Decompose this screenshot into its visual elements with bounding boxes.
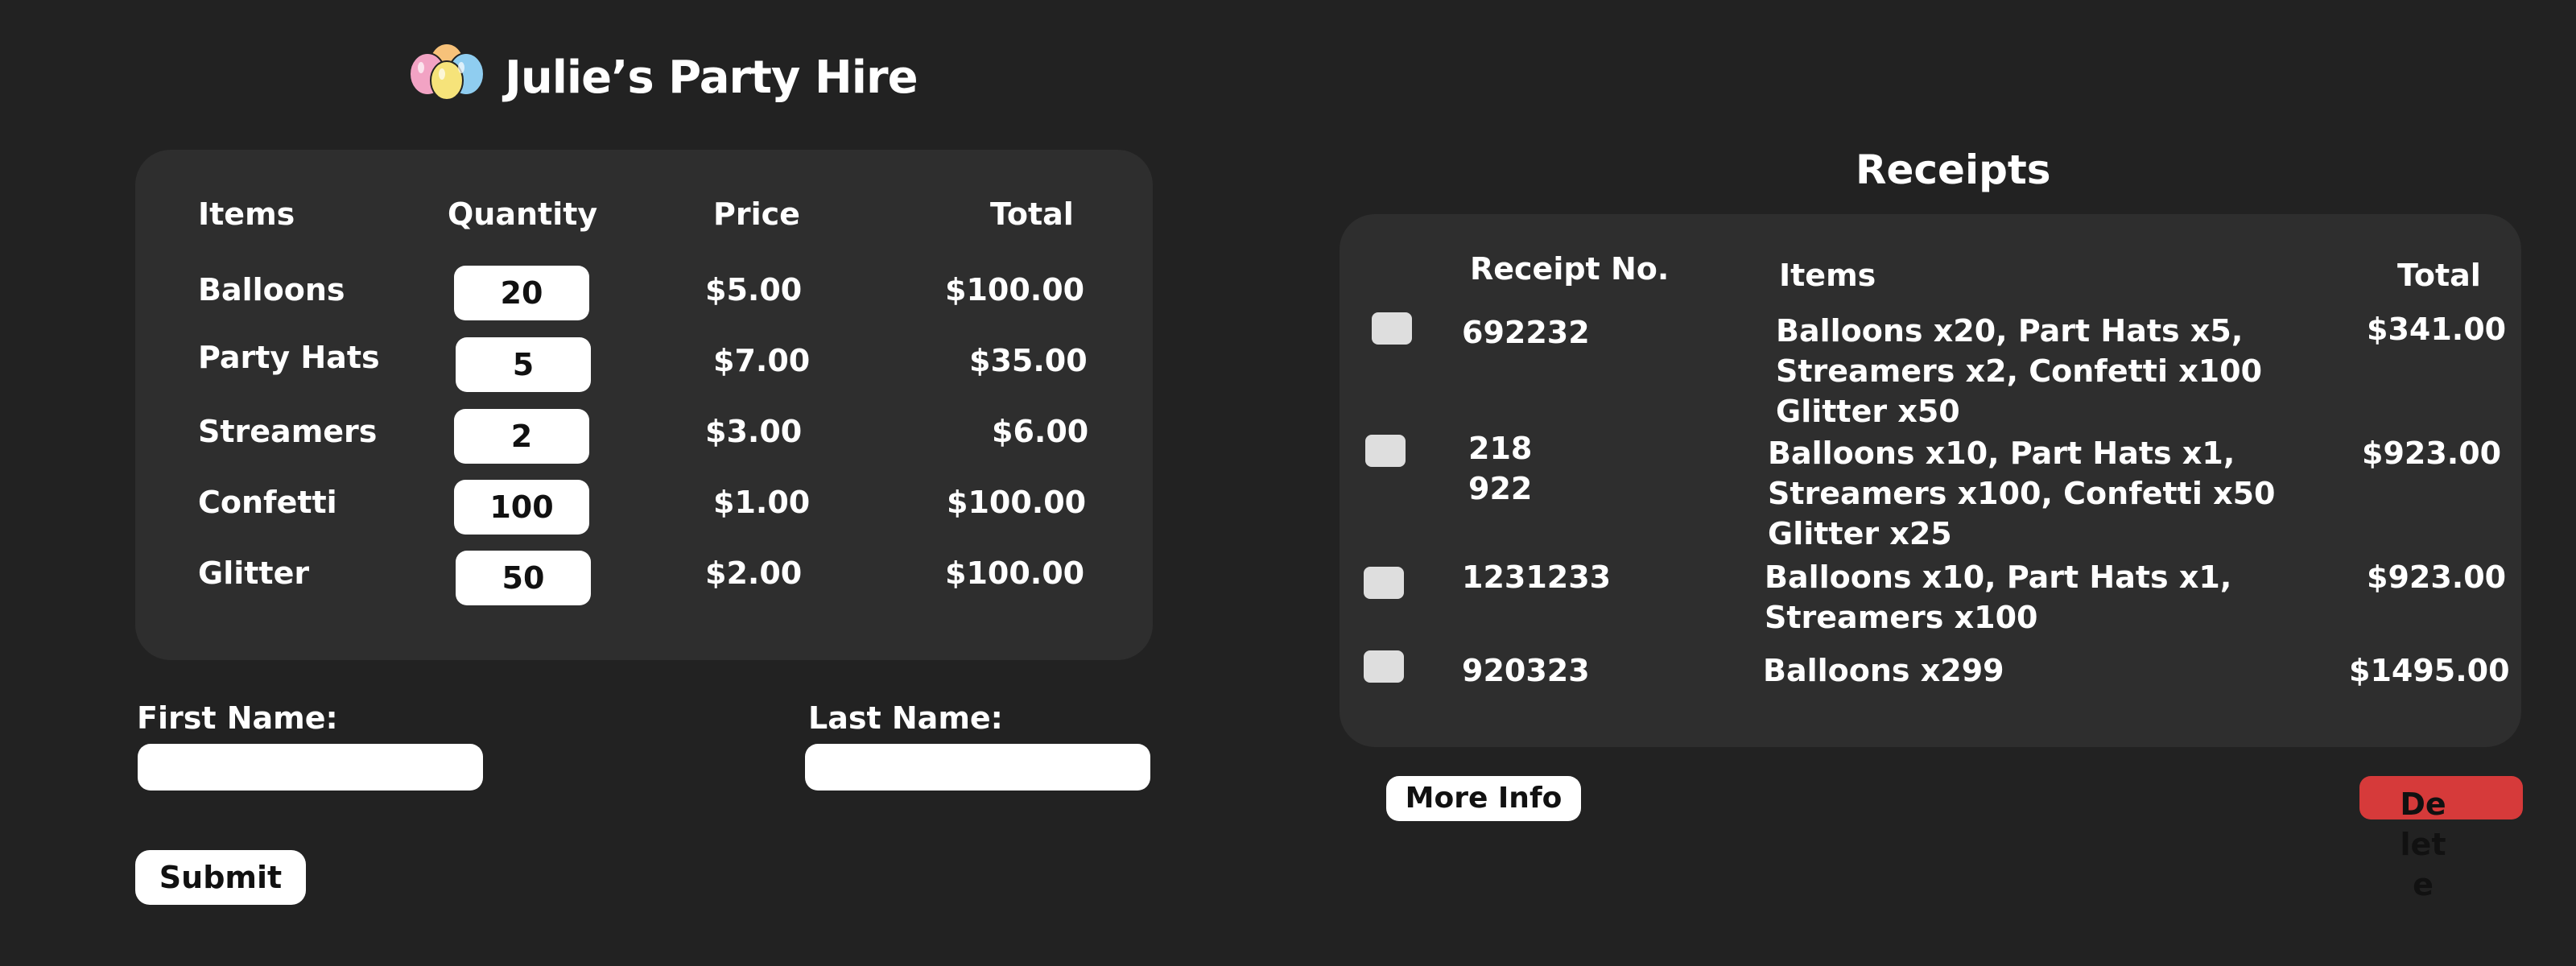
item-name: Balloons	[198, 272, 345, 308]
item-total: $35.00	[969, 343, 1088, 378]
delete-button-label: Delete	[2400, 786, 2446, 902]
quantity-input[interactable]: 5	[456, 337, 591, 392]
quantity-input[interactable]: 50	[456, 551, 591, 605]
item-name: Party Hats	[198, 340, 380, 375]
item-total: $6.00	[992, 414, 1089, 449]
item-name: Streamers	[198, 414, 378, 449]
receipt-checkbox[interactable]	[1372, 312, 1412, 345]
last-name-label: Last Name:	[808, 700, 1003, 736]
order-table: Items Quantity Price Total Balloons 20 $…	[135, 150, 1153, 660]
item-name: Glitter	[198, 555, 310, 591]
receipt-checkbox[interactable]	[1364, 567, 1404, 599]
column-header-items: Items	[198, 196, 295, 232]
quantity-input[interactable]: 20	[454, 266, 589, 320]
last-name-input[interactable]	[805, 744, 1150, 791]
submit-button[interactable]: Submit	[135, 850, 306, 905]
column-header-price: Price	[713, 196, 800, 232]
receipt-checkbox[interactable]	[1365, 435, 1406, 467]
receipt-number: 692232	[1462, 315, 1590, 350]
receipts-table: Receipt No. Items Total 692232 Balloons …	[1340, 214, 2521, 747]
receipt-number: 218 922	[1468, 431, 1533, 506]
receipt-total: $1495.00	[2349, 653, 2510, 688]
first-name-input[interactable]	[138, 744, 483, 791]
receipt-number: 920323	[1462, 653, 1590, 688]
quantity-input[interactable]: 2	[454, 409, 589, 464]
column-header-items: Items	[1779, 258, 1876, 293]
column-header-receipt-no: Receipt No.	[1470, 251, 1670, 287]
first-name-label: First Name:	[137, 700, 338, 736]
quantity-input[interactable]: 100	[454, 480, 589, 535]
receipt-total: $923.00	[2367, 559, 2507, 595]
item-price: $1.00	[713, 485, 811, 520]
item-price: $2.00	[705, 555, 803, 591]
app-title: Julie’s Party Hire	[505, 52, 919, 104]
column-header-quantity: Quantity	[448, 196, 598, 232]
item-total: $100.00	[945, 555, 1085, 591]
balloons-icon	[409, 43, 485, 123]
receipt-total: $923.00	[2362, 436, 2502, 471]
receipt-items: Balloons x20, Part Hats x5, Streamers x2,…	[1776, 313, 2263, 429]
item-price: $3.00	[705, 414, 803, 449]
more-info-button[interactable]: More Info	[1386, 776, 1581, 821]
item-total: $100.00	[945, 272, 1085, 308]
receipts-title: Receipts	[1856, 147, 2051, 193]
brand-header: Julie’s Party Hire	[407, 40, 919, 124]
item-name: Confetti	[198, 485, 337, 520]
receipt-items: Balloons x299	[1763, 653, 2004, 688]
item-price: $5.00	[705, 272, 803, 308]
item-total: $100.00	[947, 485, 1087, 520]
receipt-items: Balloons x10, Part Hats x1, Streamers x10…	[1768, 436, 2276, 551]
receipt-items: Balloons x10, Part Hats x1, Streamers x10…	[1765, 559, 2232, 635]
receipt-total: $341.00	[2367, 312, 2507, 347]
receipt-number: 1231233	[1462, 559, 1612, 595]
receipt-checkbox[interactable]	[1364, 650, 1404, 683]
column-header-total: Total	[990, 196, 1074, 232]
item-price: $7.00	[713, 343, 811, 378]
column-header-total: Total	[2397, 258, 2481, 293]
